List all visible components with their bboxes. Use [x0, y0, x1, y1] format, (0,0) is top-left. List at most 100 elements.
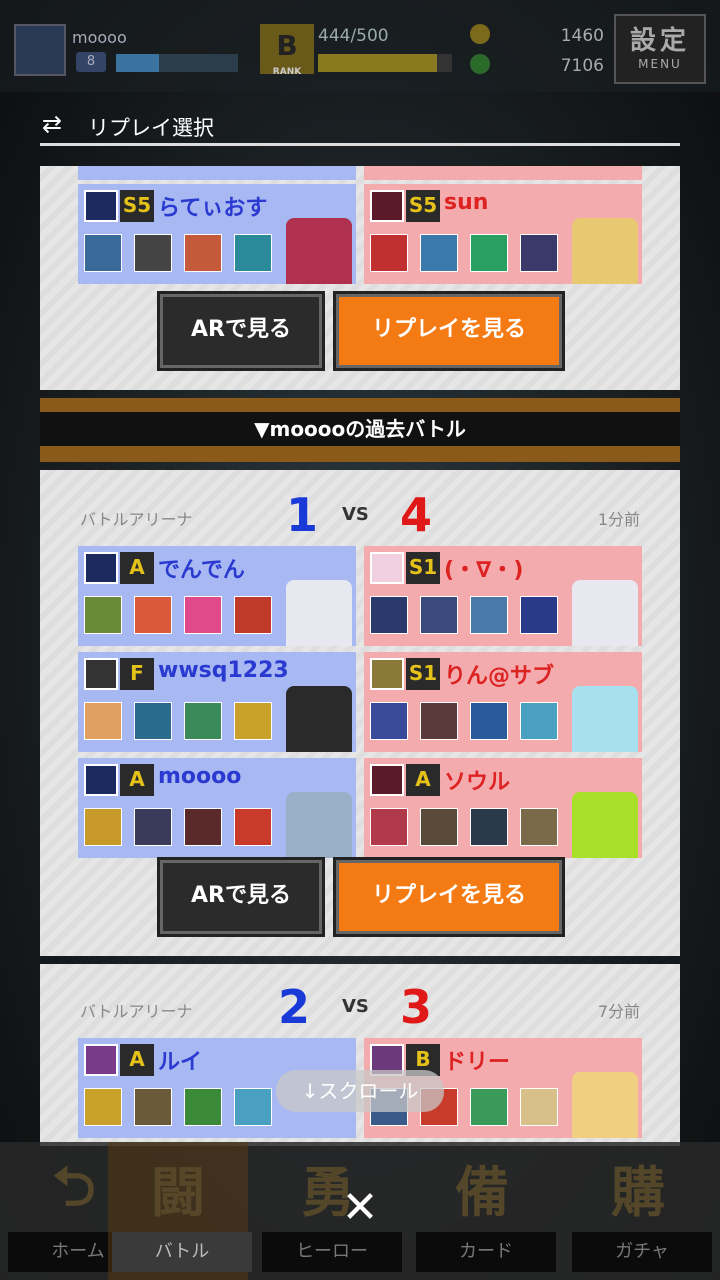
scroll-hint[interactable]: ↓スクロール [276, 1070, 444, 1112]
player-name: moooo [72, 28, 127, 47]
replay-button[interactable]: リプレイを見る [333, 857, 565, 937]
section-divider: ▼mooooの過去バトル [40, 398, 680, 462]
rank-badge: A [120, 1044, 154, 1076]
player-avatar[interactable] [14, 24, 66, 76]
score-left: 2 [278, 980, 311, 1034]
hero-portrait [572, 218, 638, 284]
replay-list[interactable]: S5 らてぃおす S5 sun ARで見る リプレイを見る ▼mooooの過去バ… [40, 166, 680, 1146]
unit-icon [84, 1088, 122, 1126]
unit-icon [134, 234, 172, 272]
battle-icon: 闘 [151, 1161, 205, 1224]
player-name: wwsq1223 [158, 658, 289, 683]
rank-badge: A [120, 764, 154, 796]
unit-icon [184, 1088, 222, 1126]
gem-count: 7106 [560, 56, 604, 76]
player-name: ソウル [444, 770, 511, 795]
nav-card[interactable]: 備 カード [412, 1142, 556, 1280]
time-ago: 7分前 [597, 1002, 640, 1021]
unit-icon [234, 702, 272, 740]
unit-icon [234, 234, 272, 272]
hero-portrait [286, 218, 352, 284]
settings-button[interactable]: 設定 MENU [614, 14, 706, 84]
player-name: りん@サブ [444, 664, 555, 689]
rank-badge: S1 [406, 552, 440, 584]
settings-sublabel: MENU [638, 57, 682, 71]
player-slot: A moooo [78, 758, 356, 858]
unit-icon [420, 808, 458, 846]
unit-icon [470, 808, 508, 846]
settings-label: 設定 [629, 26, 690, 56]
stamina-bar-fill [318, 54, 437, 72]
player-name: moooo [158, 764, 242, 789]
ar-view-button[interactable]: ARで見る [157, 291, 325, 371]
nav-label: バトル [112, 1232, 252, 1272]
unit-icon [420, 702, 458, 740]
coin-count: 1460 [560, 26, 604, 46]
exp-bar-fill [116, 54, 159, 72]
hero-portrait [572, 792, 638, 858]
player-name: sun [444, 190, 489, 215]
team-emblem-icon [370, 190, 404, 222]
unit-icon [370, 596, 408, 634]
unit-icon [420, 596, 458, 634]
close-icon[interactable]: ✕ [338, 1186, 382, 1230]
replay-card: バトルアリーナ 2 VS 3 7分前 A ルイ B ドリー [40, 964, 680, 1146]
score-right: 3 [400, 980, 433, 1034]
exp-bar [116, 54, 238, 72]
unit-icon [234, 1088, 272, 1126]
unit-icon [234, 596, 272, 634]
rank-label: RANK [272, 67, 302, 77]
unit-icon [470, 234, 508, 272]
unit-icon [370, 234, 408, 272]
hero-portrait [286, 580, 352, 646]
nav-battle[interactable]: 闘 バトル [108, 1142, 252, 1280]
nav-gacha[interactable]: 購 ガチャ [568, 1142, 716, 1280]
player-name: でんでん [158, 558, 245, 583]
unit-icon [370, 808, 408, 846]
hero-portrait [572, 580, 638, 646]
gacha-icon: 購 [611, 1161, 665, 1224]
player-slot: S5 らてぃおす [78, 184, 356, 284]
nav-label: ガチャ [572, 1232, 712, 1272]
team-emblem-icon [84, 1044, 118, 1076]
player-slot: F wwsq1223 [78, 652, 356, 752]
team-emblem-icon [84, 552, 118, 584]
score-right: 4 [400, 488, 433, 542]
hero-portrait [286, 792, 352, 858]
unit-icon [470, 596, 508, 634]
team-emblem-icon [84, 764, 118, 796]
battle-mode: バトルアリーナ [80, 510, 193, 529]
unit-icon [520, 808, 558, 846]
hero-portrait [286, 686, 352, 752]
unit-icon [470, 1088, 508, 1126]
truncated-row-right [364, 166, 642, 180]
team-emblem-icon [370, 658, 404, 690]
unit-icon [520, 702, 558, 740]
stamina-bar [318, 54, 452, 72]
panel-title: リプレイ選択 [88, 116, 214, 140]
player-slot: S5 sun [364, 184, 642, 284]
battle-mode: バトルアリーナ [80, 1002, 193, 1021]
rank-value: B [276, 29, 298, 62]
team-emblem-icon [84, 190, 118, 222]
unit-icon [84, 808, 122, 846]
rank-badge: A [120, 552, 154, 584]
rank-badge: S5 [406, 190, 440, 222]
player-slot: A ソウル [364, 758, 642, 858]
replay-icon: ⇄ [42, 110, 63, 138]
vs-label: VS [342, 504, 369, 525]
vs-label: VS [342, 996, 369, 1017]
player-name: (・∇・) [444, 558, 524, 583]
replay-card: バトルアリーナ 1 VS 4 1分前 A でんでん S1 (・∇・) F wws… [40, 470, 680, 956]
ar-view-button[interactable]: ARで見る [157, 857, 325, 937]
card-icon: 備 [455, 1161, 509, 1224]
unit-icon [520, 234, 558, 272]
rank-badge: A [406, 764, 440, 796]
replay-button[interactable]: リプレイを見る [333, 291, 565, 371]
unit-icon [134, 808, 172, 846]
player-name: らてぃおす [158, 196, 268, 221]
rank-badge: S5 [120, 190, 154, 222]
unit-icon [520, 1088, 558, 1126]
player-slot: S1 りん@サブ [364, 652, 642, 752]
time-ago: 1分前 [597, 510, 640, 529]
